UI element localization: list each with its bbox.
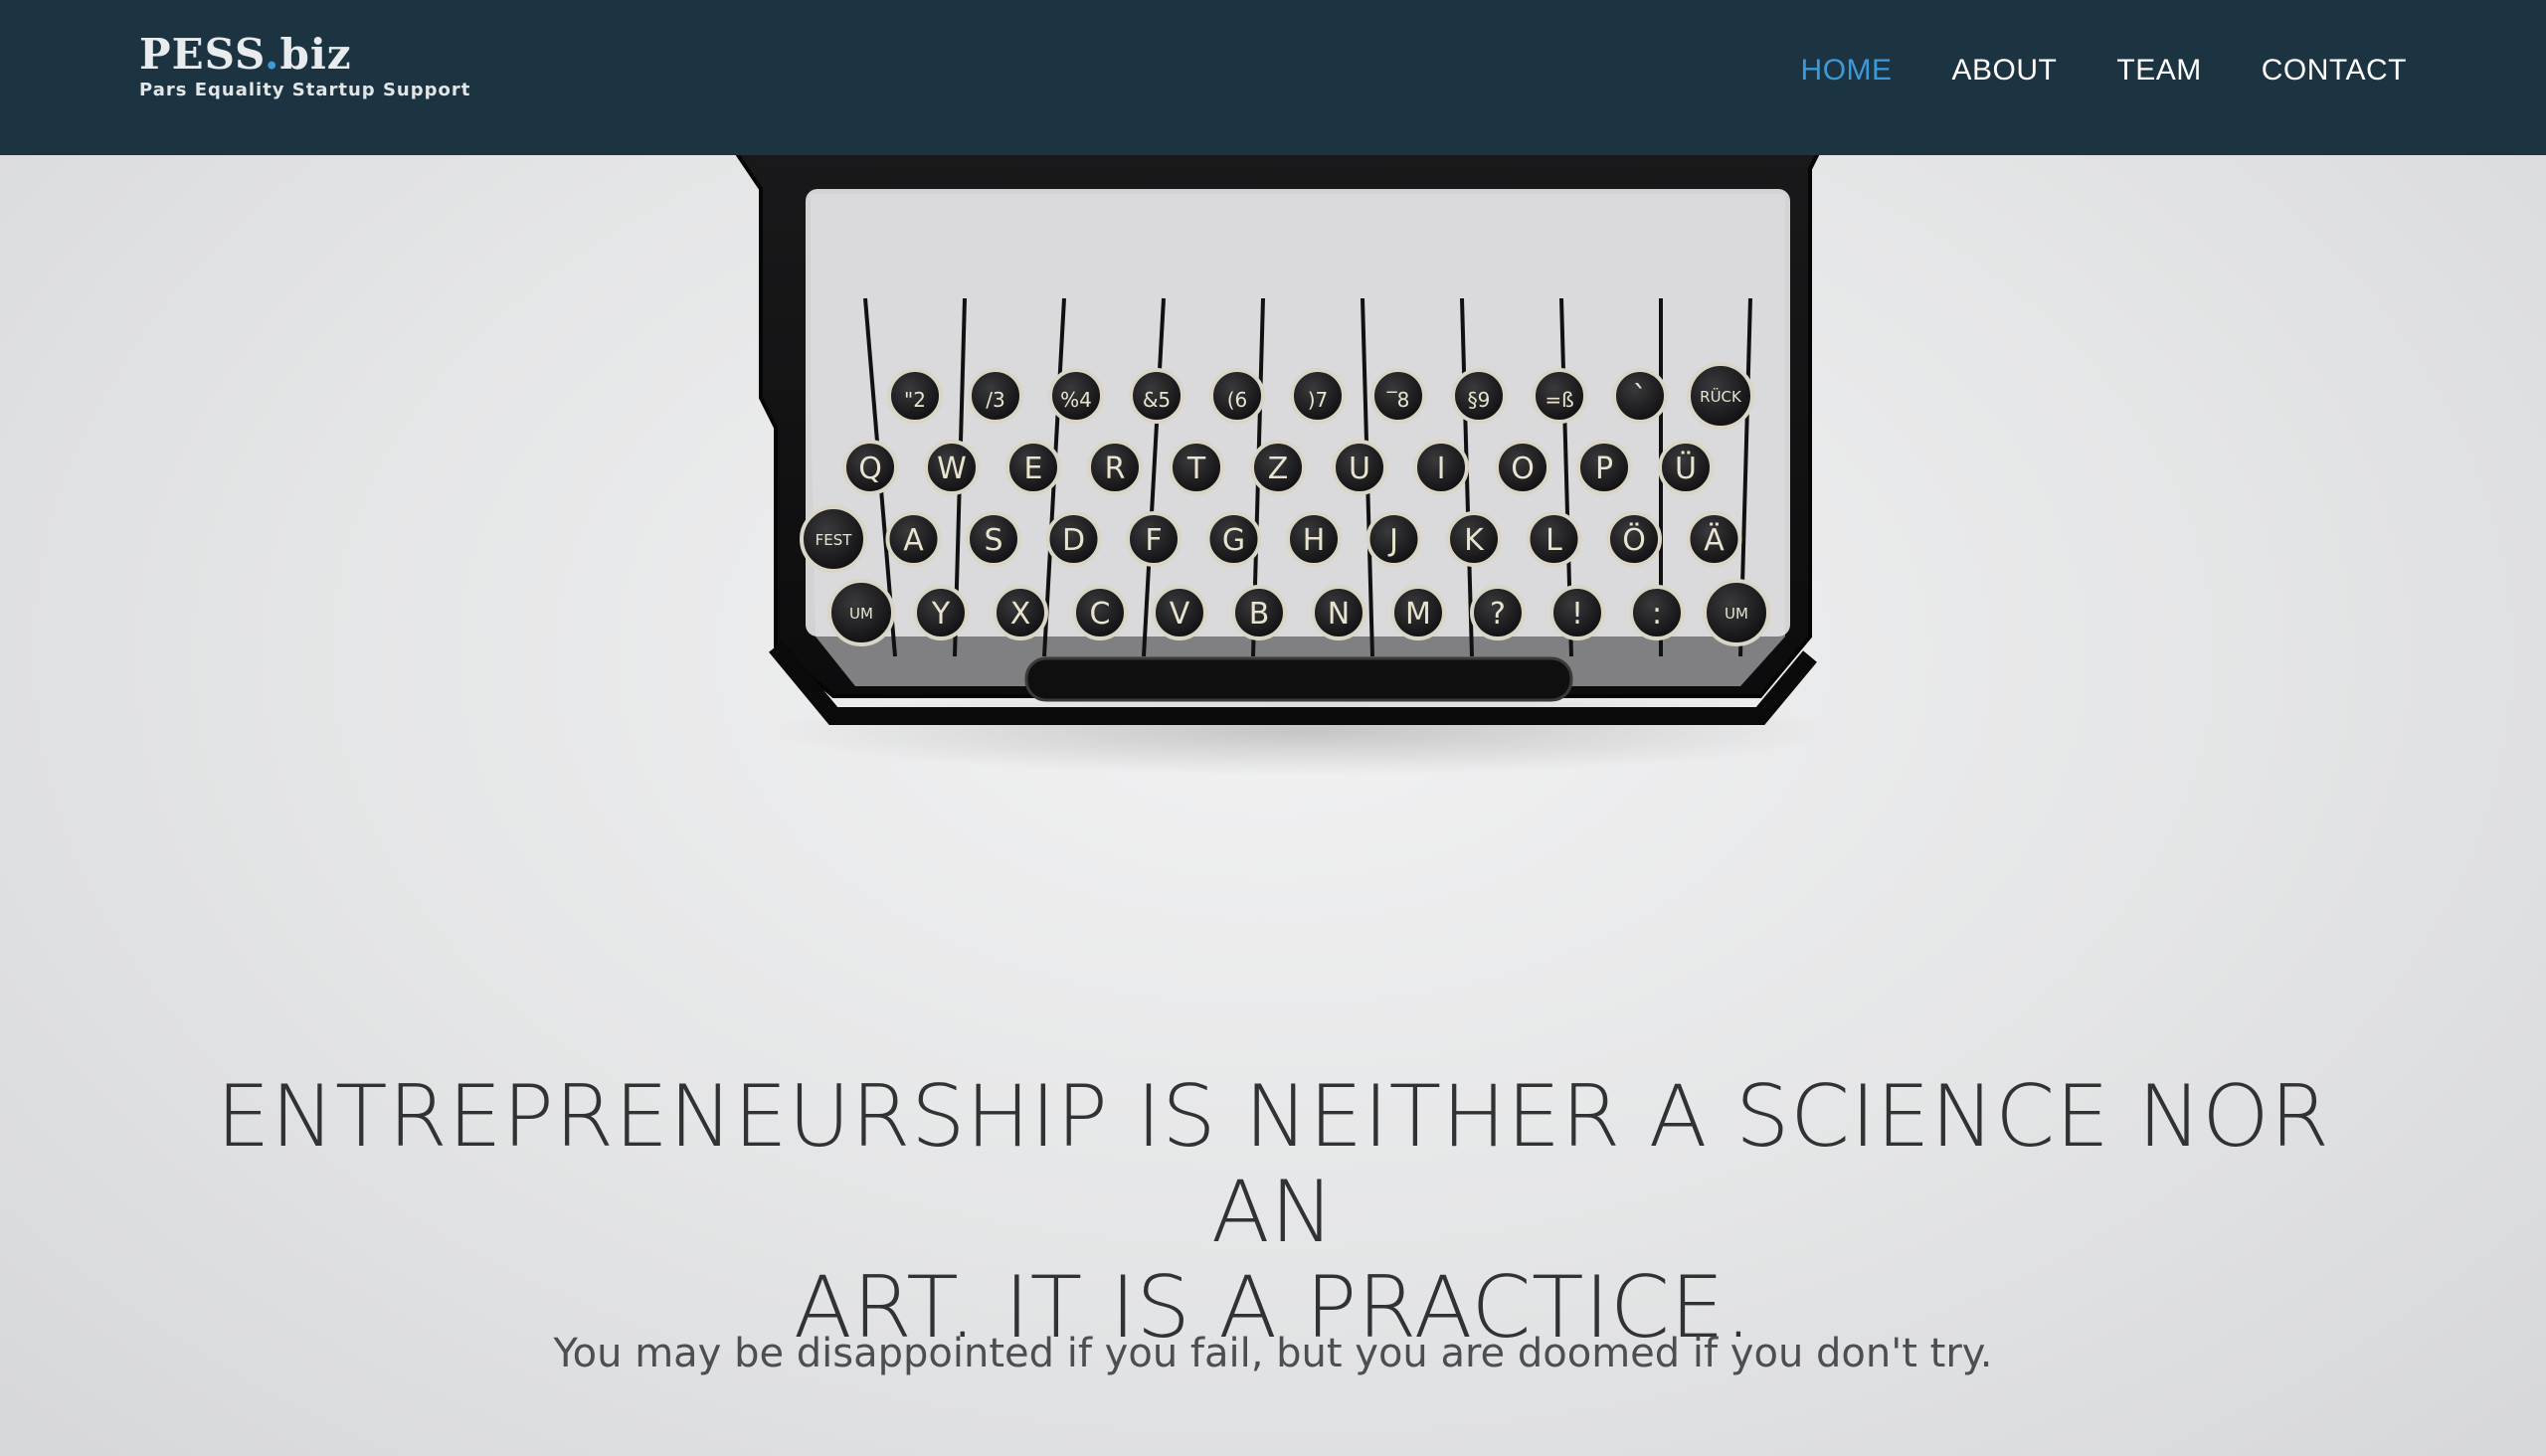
typewriter-key-label: ` [1633, 380, 1648, 415]
typewriter-key-label: E [1024, 452, 1043, 486]
typewriter-key-label: FEST [816, 531, 853, 549]
typewriter-key-label: : [1652, 597, 1662, 632]
nav-item-about: ABOUT [1952, 54, 2058, 88]
nav-item-contact: CONTACT [2262, 54, 2407, 88]
hero-headline-line1: ENTREPRENEURSHIP IS NEITHER A SCIENCE NO… [216, 1067, 2330, 1262]
typewriter-key-label: %4 [1060, 388, 1092, 412]
typewriter-key-label: "2 [904, 388, 926, 412]
nav-link-home[interactable]: HOME [1801, 54, 1893, 87]
typewriter-key-label: P [1595, 452, 1613, 486]
typewriter-key-label: =ß [1545, 388, 1573, 412]
brand-logo[interactable]: PESS.biz Pars Equality Startup Support [139, 32, 471, 101]
typewriter-key-label: Ö [1622, 522, 1646, 558]
typewriter-key-label: D [1062, 523, 1085, 558]
typewriter-key-label: (6 [1227, 388, 1248, 412]
typewriter-key-label: Ä [1704, 522, 1725, 558]
typewriter-key-label: O [1511, 452, 1535, 486]
typewriter-key-label: ‾8 [1386, 388, 1410, 412]
typewriter-key-label: U [1349, 452, 1370, 486]
typewriter-key-label: &5 [1143, 388, 1171, 412]
typewriter-key-label: R [1105, 452, 1126, 486]
typewriter-key-label: ? [1490, 597, 1506, 632]
typewriter-key-label: K [1464, 523, 1485, 558]
typewriter-key-label: M [1405, 597, 1431, 632]
typewriter-key-label: S [984, 523, 1002, 558]
main-nav: HOME ABOUT TEAM CONTACT [1801, 0, 2407, 141]
nav-item-team: TEAM [2116, 54, 2201, 88]
typewriter-key-label: B [1249, 597, 1270, 632]
typewriter-key-label: Z [1268, 452, 1289, 486]
nav-item-home: HOME [1801, 54, 1893, 88]
typewriter-key-label: UM [849, 605, 873, 623]
brand-name-tld: biz [279, 30, 352, 79]
typewriter-key-label: T [1186, 452, 1206, 486]
brand-tagline: Pars Equality Startup Support [139, 80, 471, 100]
typewriter-key-label: X [1010, 597, 1031, 632]
typewriter-key-label: C [1090, 597, 1111, 632]
typewriter-key-label: V [1170, 597, 1190, 632]
typewriter-key-label: I [1437, 452, 1446, 486]
typewriter-key-label: N [1328, 597, 1350, 632]
typewriter-key-label: )7 [1308, 388, 1329, 412]
nav-link-team[interactable]: TEAM [2116, 54, 2201, 87]
typewriter-key-label: Q [858, 452, 882, 486]
typewriter-key-label: H [1303, 523, 1326, 558]
typewriter-key-label: G [1222, 523, 1245, 558]
typewriter-key-label: Ü [1675, 451, 1697, 486]
nav-link-about[interactable]: ABOUT [1952, 54, 2058, 87]
brand-name-main: PESS [139, 30, 265, 79]
typewriter-key-label: F [1145, 523, 1162, 558]
typewriter-key-label: RÜCK [1700, 387, 1742, 406]
typewriter-key-label: L [1546, 523, 1562, 558]
nav-link-contact[interactable]: CONTACT [2262, 54, 2407, 87]
typewriter-key-label: /3 [986, 388, 1004, 412]
typewriter-key-label: Y [931, 597, 951, 632]
hero-headline: ENTREPRENEURSHIP IS NEITHER A SCIENCE NO… [159, 1069, 2387, 1356]
hero-subline: You may be disappointed if you fail, but… [553, 1331, 1993, 1376]
typewriter-key-label: J [1387, 523, 1398, 558]
top-navbar: PESS.biz Pars Equality Startup Support H… [0, 0, 2546, 155]
typewriter-key-label: UM [1725, 605, 1748, 623]
brand-name: PESS.biz [139, 32, 470, 78]
typewriter-key-label: W [937, 452, 967, 486]
brand-name-dot: . [264, 30, 280, 79]
typewriter-key-label: ! [1571, 597, 1583, 632]
typewriter-key-label: §9 [1468, 388, 1491, 412]
typewriter-key-label: A [903, 523, 924, 558]
